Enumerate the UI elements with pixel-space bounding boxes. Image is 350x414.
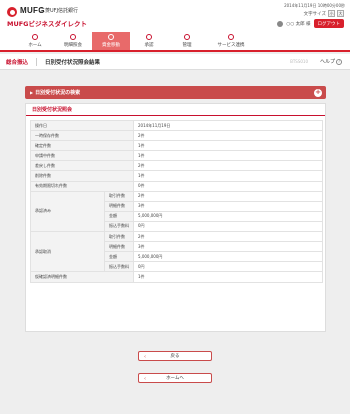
row-label: 差戻し件数: [30, 160, 134, 172]
page-title-bar: 総合振込 日別受付状況照会結果 BTSS010 ヘルプ ?: [0, 54, 350, 70]
row-value: 3件: [133, 200, 323, 212]
table-row: 一時保存件数 2件: [30, 130, 323, 142]
back-button[interactable]: ‹ 戻る: [138, 351, 212, 361]
admin-icon: [184, 34, 190, 40]
transfer-icon: [108, 34, 114, 40]
row-label: 申請中件数: [30, 150, 134, 162]
row-value: 5,000,000円: [133, 210, 323, 222]
table-row: 承認取消 取引件数 2件: [30, 231, 323, 273]
row-value: 2014年11月19日: [133, 119, 323, 132]
result-heading: 日別受付状況照会: [26, 104, 325, 116]
search-panel-label: 日別受付状況の検索: [35, 90, 81, 96]
row-sublabel: 取引件数: [104, 190, 134, 202]
bullet-icon: ▶: [30, 90, 34, 95]
row-value: 1件: [133, 150, 323, 162]
nav-item-transfer[interactable]: 資金移動: [92, 32, 130, 50]
row-label: 有効期限切れ件数: [30, 180, 134, 192]
row-label: 一時保存件数: [30, 130, 134, 142]
result-table: 操作日 2014年11月19日 一時保存件数 2件 確定件数 1件 申請中件数 …: [30, 119, 323, 283]
row-sublabel: 振込手数料: [104, 220, 134, 233]
row-value: 0円: [133, 220, 323, 233]
row-value: 5,000,000円: [133, 251, 323, 263]
row-value: 0円: [133, 261, 323, 273]
last-login-time: 2014年11月19日 10時00分00秒: [284, 3, 345, 8]
table-row: 差戻し件数 2件: [30, 160, 323, 172]
table-row: 承認済み 取引件数 2件: [30, 190, 323, 233]
help-link[interactable]: ヘルプ ?: [320, 58, 342, 65]
result-card: 日別受付状況照会 操作日 2014年11月19日 一時保存件数 2件 確定件数 …: [25, 103, 326, 332]
row-sublabel: 金額: [104, 210, 134, 222]
home-icon: [32, 34, 38, 40]
table-row: 削除件数 1件: [30, 170, 323, 182]
nav-item-label: 承認: [144, 43, 154, 48]
row-value: 0件: [133, 180, 323, 192]
mufg-logo-icon: [7, 7, 17, 17]
question-icon: ?: [336, 58, 342, 65]
row-label: 削除件数: [30, 170, 134, 182]
search-panel-toggle[interactable]: ▶ 日別受付状況の検索 +: [25, 86, 326, 99]
row-sublabel: 明細件数: [104, 241, 134, 253]
top-header: MUFG 三菱UFJ信託銀行 MUFGビジネスダイレクト 2014年11月19日…: [0, 0, 350, 32]
font-size-control: 文字サイズ 小 大: [304, 10, 344, 17]
bank-name: 三菱UFJ信託銀行: [40, 8, 79, 14]
service-link-icon: [228, 34, 234, 40]
logout-button[interactable]: ログアウト: [313, 19, 344, 28]
user-name: ○○ 太郎 様: [286, 21, 311, 27]
table-row: 申請中件数 1件: [30, 150, 323, 162]
statement-icon: [70, 34, 76, 40]
row-label: 確定件数: [30, 140, 134, 152]
row-sublabel: 取引件数: [104, 231, 134, 243]
nav-item-label: 管理: [182, 43, 192, 48]
row-value: 2件: [133, 190, 323, 202]
row-label: 操作日: [30, 119, 134, 132]
row-value: 1件: [133, 271, 323, 283]
row-value: 1件: [133, 170, 323, 182]
nav-item-statements[interactable]: 明細照会: [54, 32, 92, 50]
row-label: 仮確認済明細件数: [30, 271, 134, 283]
divider: [36, 57, 38, 66]
nav-item-admin[interactable]: 管理: [168, 32, 206, 50]
user-area: ○○ 太郎 様 ログアウト: [277, 19, 344, 28]
nav-item-label: 明細照会: [64, 43, 82, 48]
row-value: 3件: [133, 241, 323, 253]
table-row: 仮確認済明細件数 1件: [30, 271, 323, 283]
home-button-label: ホームへ: [166, 376, 184, 381]
page-id: BTSS010: [290, 59, 308, 64]
row-sublabel: 明細件数: [104, 200, 134, 212]
row-value: 1件: [133, 140, 323, 152]
nav-item-home[interactable]: ホーム: [16, 32, 54, 50]
group-label: 承認済み: [30, 190, 105, 233]
nav-item-label: ホーム: [28, 43, 42, 48]
home-button[interactable]: ‹ ホームへ: [138, 373, 212, 383]
row-sublabel: 振込手数料: [104, 261, 134, 273]
table-row: 操作日 2014年11月19日: [30, 119, 323, 132]
font-size-label: 文字サイズ: [303, 11, 326, 17]
chevron-left-icon: ‹: [144, 375, 146, 382]
table-row: 確定件数 1件: [30, 140, 323, 152]
group-label: 承認取消: [30, 231, 105, 273]
chevron-left-icon: ‹: [144, 353, 146, 360]
font-large-button[interactable]: 大: [337, 10, 344, 17]
nav-item-label: サービス連携: [217, 43, 245, 48]
expand-plus-icon[interactable]: +: [314, 88, 322, 97]
user-icon: [277, 20, 284, 27]
nav-item-approval[interactable]: 承認: [130, 32, 168, 50]
page-title: 日別受付状況照会結果: [45, 59, 101, 66]
row-value: 2件: [133, 130, 323, 142]
breadcrumb[interactable]: 総合振込: [6, 58, 28, 66]
table-row: 有効期限切れ件数 0件: [30, 180, 323, 192]
help-label: ヘルプ: [319, 59, 335, 65]
service-name: MUFGビジネスダイレクト: [7, 20, 88, 28]
nav-item-label: 資金移動: [102, 43, 120, 48]
row-value: 2件: [133, 160, 323, 172]
row-value: 2件: [133, 231, 323, 243]
font-small-button[interactable]: 小: [328, 10, 335, 17]
nav-item-service-link[interactable]: サービス連携: [206, 32, 256, 50]
row-sublabel: 金額: [104, 251, 134, 263]
approval-icon: [146, 34, 152, 40]
global-nav: ホーム 明細照会 資金移動 承認 管理 サービス連携: [0, 32, 350, 52]
back-button-label: 戻る: [170, 354, 180, 359]
